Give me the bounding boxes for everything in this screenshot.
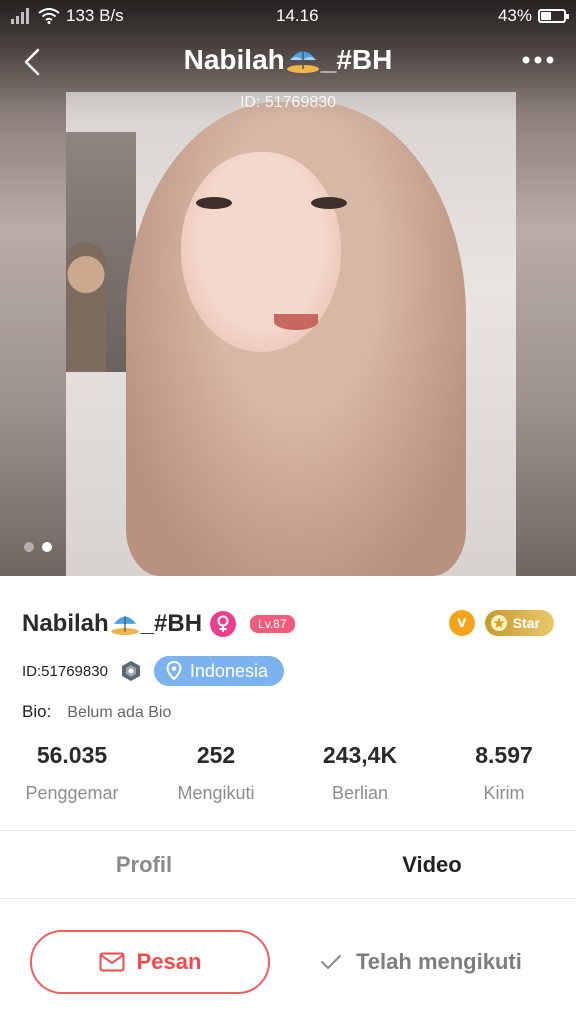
tab-video[interactable]: Video [288,832,576,898]
profile-photo [66,92,516,576]
action-bar: Pesan Telah mengikuti [0,928,576,994]
photo-lips [274,314,318,330]
bio-text: Belum ada Bio [67,704,172,721]
message-label: Pesan [136,949,202,974]
location-badge[interactable]: Indonesia [153,656,284,686]
profile-photo-carousel[interactable]: 133 B/s 14.16 43% Nabilah _#BH ID: 51769… [0,0,576,576]
female-icon [210,611,237,637]
signal-icon [11,8,29,24]
star-badge[interactable]: Star [484,610,554,636]
umbrella-emoji-icon [110,616,139,635]
star-icon [490,615,507,631]
more-options-button[interactable] [518,48,558,72]
stat-value: 56.035 [36,742,108,768]
stat-value: 8.597 [475,742,533,768]
badges: v Star [448,610,554,636]
stat-label: Kirim [483,783,525,803]
bio-label: Bio: [22,702,52,721]
page-title: Nabilah _#BH [0,44,576,76]
stats-row: 56.035 Penggemar 252 Mengikuti 243,4K Be… [0,742,576,804]
title-tag: _#BH [320,44,393,75]
stat-following[interactable]: 252 Mengikuti [144,742,288,804]
top-bar: Nabilah _#BH [0,40,576,84]
wifi-icon [38,8,60,24]
profile-name: Nabilah _#BH [22,610,202,638]
shield-icon [121,661,140,681]
carousel-indicator [24,542,52,552]
network-speed: 133 B/s [66,6,124,25]
level-badge: Lv.87 [250,615,295,633]
stat-value: 252 [196,742,236,768]
v-badge-icon[interactable]: v [448,610,475,636]
clock: 14.16 [276,6,319,25]
location-text: Indonesia [189,660,268,681]
check-icon [321,955,341,969]
stat-label: Penggemar [25,783,119,803]
tab-bar: Profil Video [0,832,576,898]
user-id: ID:51769830 [22,662,108,680]
location-pin-icon [166,661,182,681]
star-label: Star [512,615,540,631]
divider [0,830,576,831]
stat-followers[interactable]: 56.035 Penggemar [0,742,144,804]
following-label: Telah mengikuti [356,949,522,974]
message-button[interactable]: Pesan [30,930,270,994]
stat-value: 243,4K [322,742,398,768]
more-icon [522,56,554,64]
battery-fill [541,12,552,20]
mail-icon [99,952,125,972]
header-user-id: ID: 51769830 [239,94,337,111]
stat-label: Mengikuti [177,783,255,803]
bio-row: Bio: Belum ada Bio [22,702,171,722]
photo-eye-right [311,197,347,209]
id-row: ID:51769830 Indonesia [22,656,284,686]
carousel-dot[interactable] [24,542,34,552]
stat-sent[interactable]: 8.597 Kirim [432,742,576,804]
profile-name-tag: _#BH [140,610,203,637]
profile-name-text: Nabilah [22,610,109,637]
following-button[interactable]: Telah mengikuti [320,930,550,994]
photo-eye-left [196,197,232,209]
divider [0,898,576,899]
stat-label: Berlian [331,783,389,803]
umbrella-emoji-icon [286,51,319,73]
background-person [66,242,106,372]
tab-profil[interactable]: Profil [0,832,288,898]
status-bar: 133 B/s 14.16 43% [0,0,576,32]
battery-icon [538,9,569,23]
stat-diamonds[interactable]: 243,4K Berlian [288,742,432,804]
title-name: Nabilah [183,44,285,75]
name-row: Nabilah _#BH Lv.87 [22,610,295,638]
battery-percent: 43% [497,6,532,25]
carousel-dot-active[interactable] [42,542,52,552]
